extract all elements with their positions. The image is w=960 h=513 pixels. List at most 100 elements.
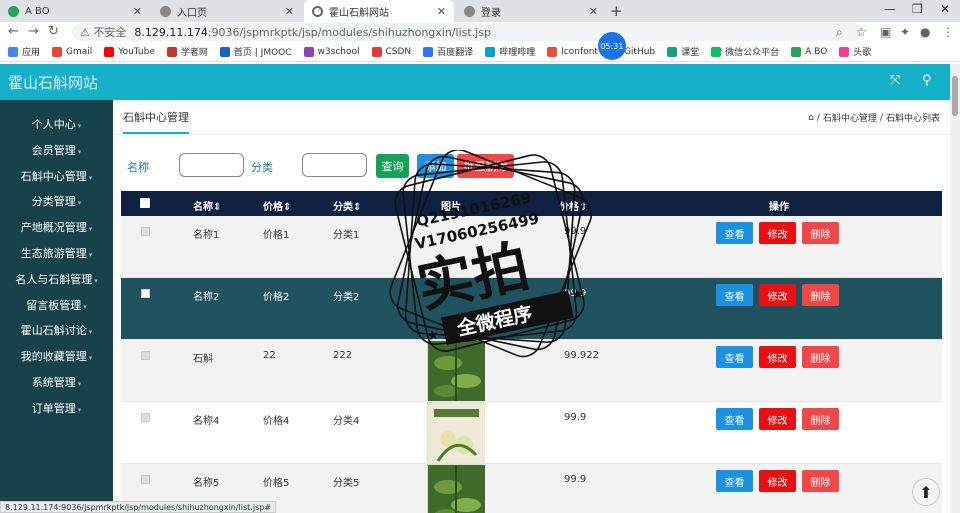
bookmark-item[interactable]: 头歌 — [839, 45, 871, 58]
column-header-category[interactable]: 分类⇕ — [333, 198, 361, 213]
row-checkbox[interactable] — [141, 227, 150, 236]
view-button[interactable]: 查看 — [716, 470, 753, 492]
bookmark-item[interactable]: A BO — [791, 46, 827, 57]
column-header-price[interactable]: 价格⇕ — [263, 198, 291, 213]
bookmark-item[interactable]: w3school — [303, 46, 360, 57]
insecure-indicator[interactable]: ⚠ 不安全 — [80, 24, 126, 40]
extension-icon[interactable]: ▣ — [880, 25, 891, 39]
bookmark-icon — [104, 46, 115, 57]
sidebar-item[interactable]: 我的收藏管理 ▾ — [0, 346, 113, 368]
row-checkbox[interactable] — [141, 289, 150, 298]
delete-button[interactable]: 删除 — [802, 346, 839, 368]
sidebar-item[interactable]: 系统管理 ▾ — [0, 372, 113, 394]
user-icon[interactable]: ⚲ — [922, 73, 932, 88]
row-checkbox[interactable] — [141, 413, 150, 422]
view-button[interactable]: 查看 — [716, 284, 753, 306]
fullscreen-icon[interactable]: ⤧ — [890, 73, 900, 88]
sidebar-item[interactable]: 霍山石斛讨论 ▾ — [0, 320, 113, 342]
close-icon[interactable]: ✕ — [133, 5, 142, 18]
menu-icon[interactable]: ⋮ — [942, 25, 954, 39]
bookmark-item[interactable]: Gmail — [52, 46, 92, 57]
edit-button[interactable]: 修改 — [759, 346, 796, 368]
edit-button[interactable]: 修改 — [759, 284, 796, 306]
sidebar-item[interactable]: 个人中心 ▾ — [0, 114, 113, 136]
sidebar-item-label: 留言板管理 — [26, 298, 82, 312]
bookmark-label: 课堂 — [681, 48, 700, 58]
zoom-search-icon[interactable]: ⌕ — [836, 25, 843, 40]
cell-category: 分类1 — [333, 230, 360, 241]
column-header-price2[interactable]: 价格⇕ — [559, 198, 587, 213]
browser-tab-active[interactable]: 霍山石斛网站 ✕ — [304, 0, 454, 22]
table-header: 名称⇕ 价格⇕ 分类⇕ 图片 价格⇕ 操作 — [121, 191, 942, 216]
bookmark-item[interactable]: 学者网 — [166, 45, 208, 58]
table-row[interactable]: 名称4 价格4 分类4 99.9 查看 修改 删除 — [121, 402, 942, 464]
delete-button[interactable]: 删除 — [802, 284, 839, 306]
edit-button[interactable]: 修改 — [759, 470, 796, 492]
sidebar-item[interactable]: 名人与石斛管理 ▾ — [0, 269, 113, 291]
bookmark-item[interactable]: Iconfont — [547, 46, 598, 57]
profile-icon[interactable]: ● — [920, 25, 930, 39]
batch-delete-button[interactable]: 批量删除 — [457, 154, 514, 178]
sidebar-item[interactable]: 订单管理 ▾ — [0, 398, 113, 420]
bookmark-item[interactable]: 课堂 — [667, 45, 699, 58]
query-button[interactable]: 查询 — [376, 154, 409, 178]
row-checkbox[interactable] — [141, 475, 150, 484]
close-icon[interactable]: ✕ — [437, 5, 446, 18]
sidebar-item[interactable]: 分类管理 ▾ — [0, 191, 113, 213]
back-icon[interactable]: ← — [8, 24, 19, 39]
select-all-checkbox[interactable] — [140, 198, 150, 208]
close-icon[interactable]: ✕ — [285, 5, 294, 18]
edit-button[interactable]: 修改 — [759, 408, 796, 430]
back-to-top-button[interactable]: ⬆ — [912, 478, 940, 506]
table-row[interactable]: 名称1 价格1 分类1 99.9 查看 修改 删除 — [121, 216, 942, 278]
row-checkbox[interactable] — [141, 351, 150, 360]
view-button[interactable]: 查看 — [716, 346, 753, 368]
bookmark-item[interactable]: 应用 — [8, 45, 40, 58]
bookmark-item[interactable]: 首页 | JMOOC — [219, 45, 292, 58]
table-row[interactable]: 名称2 价格2 分类2 99.9 查看 修改 删除 — [121, 278, 942, 340]
sidebar-item[interactable]: 石斛中心管理 ▾ — [0, 166, 113, 188]
chevron-down-icon: ▾ — [77, 199, 82, 208]
browser-tab[interactable]: 入口页 ✕ — [152, 0, 302, 22]
sidebar-item[interactable]: 留言板管理 ▾ — [0, 295, 113, 317]
column-header-name[interactable]: 名称⇕ — [193, 198, 221, 213]
browser-tab[interactable]: A BO ✕ — [0, 0, 150, 22]
new-tab-icon[interactable]: + — [610, 2, 623, 20]
scroll-thumb[interactable] — [952, 76, 958, 116]
delete-button[interactable]: 删除 — [802, 408, 839, 430]
view-button[interactable]: 查看 — [716, 222, 753, 244]
edit-button[interactable]: 修改 — [759, 222, 796, 244]
puzzle-icon[interactable]: ✦ — [900, 25, 910, 39]
site-header: 霍山石斛网站 ⤧ ⚲ — [0, 64, 950, 100]
browser-tab[interactable]: 登录 ✕ — [456, 0, 606, 22]
page-scrollbar[interactable] — [950, 64, 960, 513]
url-input[interactable]: ⚠ 不安全 8.129.11.174:9036/jspmrkptk/jsp/mo… — [72, 23, 862, 41]
star-icon[interactable]: ☆ — [856, 25, 867, 39]
column-header-actions: 操作 — [769, 198, 789, 213]
bookmark-item[interactable]: 百度翻译 — [423, 45, 473, 58]
breadcrumb-item[interactable]: 石斛中心管理 — [823, 111, 877, 124]
close-icon[interactable]: ✕ — [589, 5, 598, 18]
tab-title: 入口页 — [177, 7, 207, 19]
bookmark-item[interactable]: 微信公众平台 — [711, 45, 779, 58]
home-icon[interactable]: ⌂ — [808, 113, 814, 123]
category-search-input[interactable] — [302, 153, 367, 177]
table-row[interactable]: 石斛 22 222 99.922 查看 修改 删除 — [121, 340, 942, 402]
bookmark-item[interactable]: CSDN — [371, 46, 411, 57]
add-button[interactable]: 添加 — [417, 154, 454, 178]
window-close-icon[interactable]: ✕ — [940, 2, 950, 16]
forward-icon[interactable]: → — [28, 24, 39, 39]
restore-icon[interactable]: ❐ — [912, 2, 923, 16]
delete-button[interactable]: 删除 — [802, 222, 839, 244]
sidebar-item[interactable]: 产地概况管理 ▾ — [0, 217, 113, 239]
bookmark-item[interactable]: 哔哩哔哩 — [485, 45, 535, 58]
name-search-input[interactable] — [179, 153, 244, 177]
sidebar-item[interactable]: 生态旅游管理 ▾ — [0, 243, 113, 265]
minimize-icon[interactable]: — — [884, 2, 896, 16]
bookmark-item[interactable]: YouTube — [104, 46, 155, 57]
chevron-down-icon: ▾ — [88, 225, 93, 234]
sidebar-item[interactable]: 会员管理 ▾ — [0, 140, 113, 162]
delete-button[interactable]: 删除 — [802, 470, 839, 492]
reload-icon[interactable]: ↻ — [48, 24, 59, 39]
view-button[interactable]: 查看 — [716, 408, 753, 430]
